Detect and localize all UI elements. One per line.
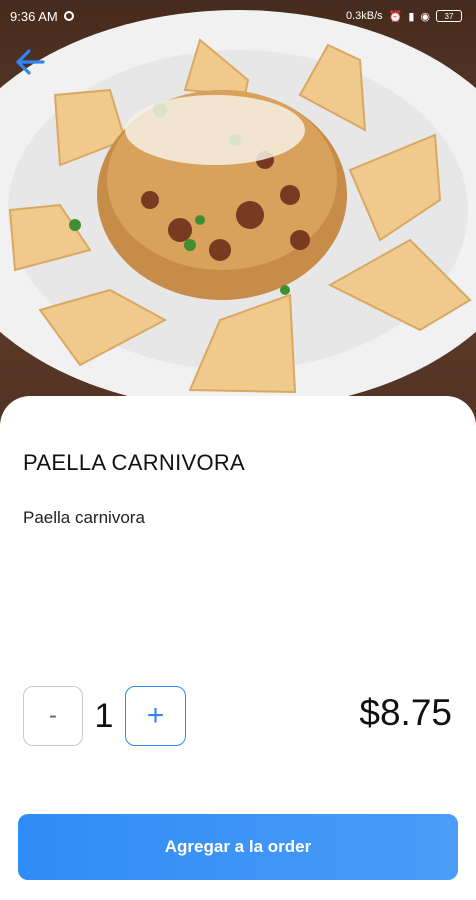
- network-speed: 0.3kB/s: [345, 10, 383, 22]
- back-button[interactable]: [12, 44, 48, 80]
- product-details-sheet: PAELLA CARNIVORA Paella carnivora - 1 + …: [0, 396, 476, 900]
- wifi-icon: ◉: [420, 10, 430, 23]
- decrease-quantity-button[interactable]: -: [23, 686, 83, 746]
- status-time: 9:36 AM: [10, 8, 58, 24]
- food-illustration: [0, 0, 476, 430]
- product-description: Paella carnivora: [23, 508, 145, 527]
- product-price: $8.75: [359, 692, 452, 733]
- status-right: 0.3kB/s ⏰ ▮ ◉ 37: [346, 10, 462, 23]
- battery-level: 37: [444, 11, 454, 21]
- plus-icon: +: [146, 699, 165, 732]
- arrow-left-icon: [16, 49, 45, 75]
- minus-icon: -: [49, 702, 57, 729]
- alarm-icon: ⏰: [388, 10, 403, 23]
- battery-icon: 37: [436, 10, 462, 22]
- increase-quantity-button[interactable]: +: [125, 686, 186, 746]
- food-image: [0, 0, 476, 430]
- add-to-order-button[interactable]: Agregar a la order: [18, 814, 458, 880]
- quantity-value: 1: [94, 696, 114, 735]
- product-title: PAELLA CARNIVORA: [23, 450, 246, 475]
- status-circle-icon: [63, 11, 74, 21]
- signal-icon: ▮: [408, 10, 415, 23]
- status-bar: 9:36 AM 0.3kB/s ⏰ ▮ ◉ 37: [0, 0, 476, 32]
- add-to-order-label: Agregar a la order: [164, 837, 312, 856]
- status-left: 9:36 AM: [10, 9, 74, 24]
